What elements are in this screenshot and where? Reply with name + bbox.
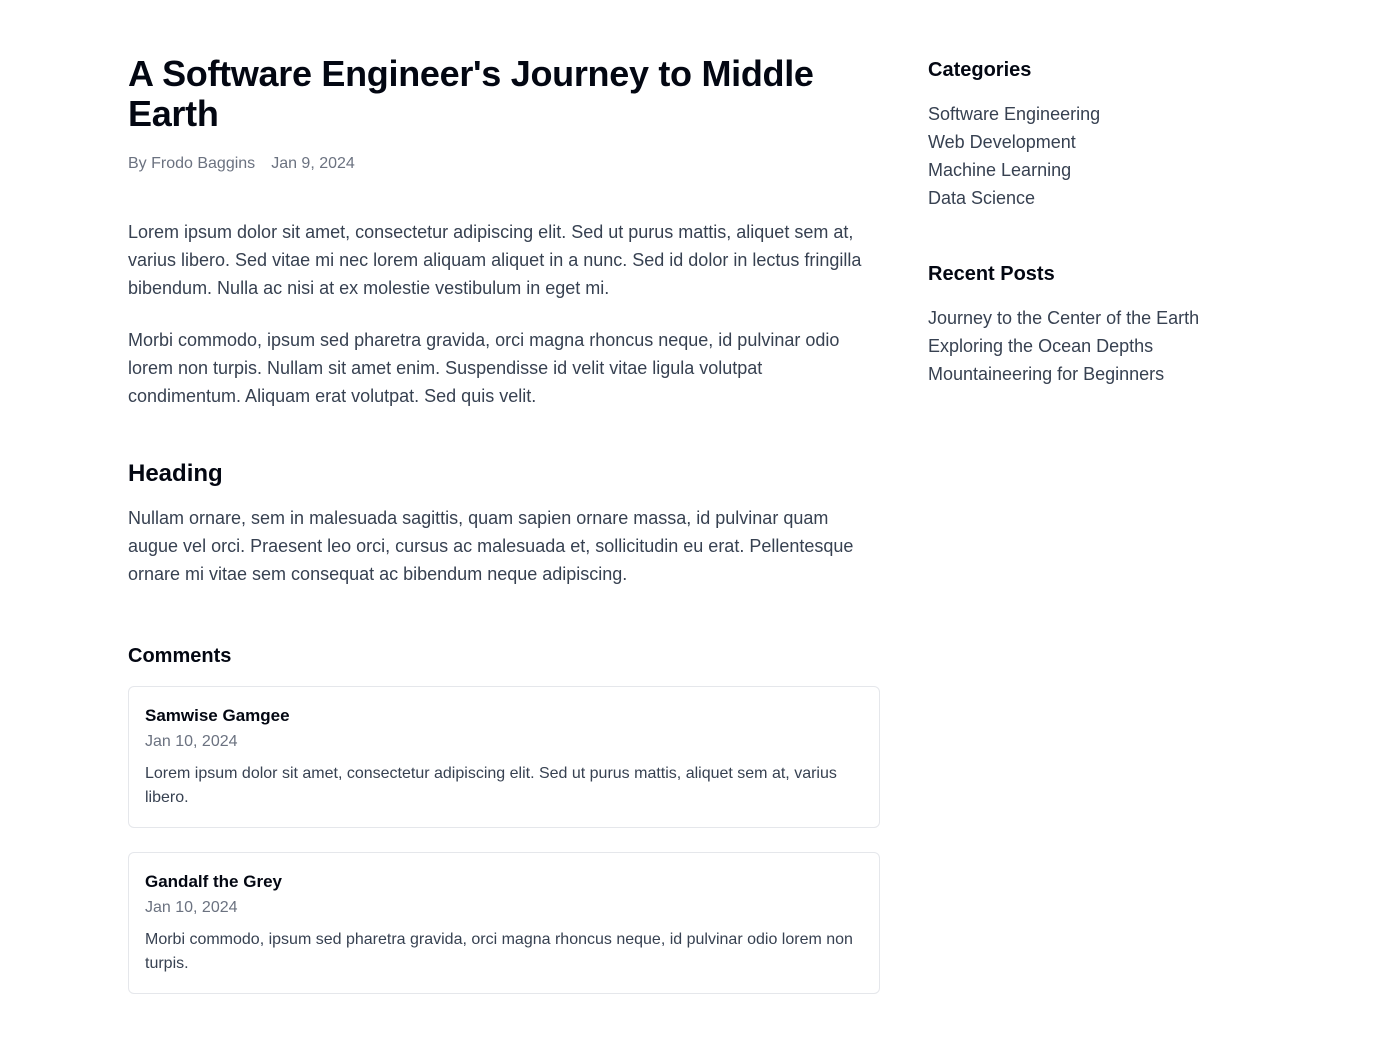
categories-block: Categories Software Engineering Web Deve… (928, 56, 1268, 212)
blog-post-page: A Software Engineer's Journey to Middle … (0, 0, 1376, 1052)
post-title: A Software Engineer's Journey to Middle … (128, 53, 814, 134)
article-column: A Software Engineer's Journey to Middle … (128, 54, 880, 1018)
recent-posts-block: Recent Posts Journey to the Center of th… (928, 260, 1268, 388)
categories-title: Categories (928, 59, 1032, 81)
recent-post-item: Journey to the Center of the Earth (928, 304, 1268, 332)
section-heading: Heading (128, 460, 223, 487)
category-link-web-development[interactable]: Web Development (928, 132, 1076, 152)
post-author: By Frodo Baggins (128, 155, 256, 172)
recent-post-item: Exploring the Ocean Depths (928, 332, 1268, 360)
category-link-data-science[interactable]: Data Science (928, 188, 1035, 208)
comments-list: Samwise Gamgee Jan 10, 2024 Lorem ipsum … (128, 686, 880, 994)
article-paragraph: Lorem ipsum dolor sit amet, consectetur … (128, 222, 862, 298)
post-meta: By Frodo Baggins Jan 9, 2024 (128, 152, 880, 176)
recent-post-link-ocean-depths[interactable]: Exploring the Ocean Depths (928, 336, 1153, 356)
comment-author: Samwise Gamgee (145, 706, 290, 725)
comment-author: Gandalf the Grey (145, 872, 282, 891)
comment-date: Jan 10, 2024 (145, 899, 238, 916)
category-link-machine-learning[interactable]: Machine Learning (928, 160, 1071, 180)
comment-card: Gandalf the Grey Jan 10, 2024 Morbi comm… (128, 852, 880, 994)
comment-text: Morbi commodo, ipsum sed pharetra gravid… (145, 931, 853, 972)
category-item: Machine Learning (928, 156, 1268, 184)
recent-posts-list: Journey to the Center of the Earth Explo… (928, 304, 1268, 388)
comment-card: Samwise Gamgee Jan 10, 2024 Lorem ipsum … (128, 686, 880, 828)
comment-date: Jan 10, 2024 (145, 733, 238, 750)
comments-title: Comments (128, 645, 232, 667)
article-paragraph: Nullam ornare, sem in malesuada sagittis… (128, 508, 854, 584)
recent-post-link-center-of-earth[interactable]: Journey to the Center of the Earth (928, 308, 1199, 328)
post-date: Jan 9, 2024 (271, 155, 355, 172)
categories-list: Software Engineering Web Development Mac… (928, 100, 1268, 212)
comment-text: Lorem ipsum dolor sit amet, consectetur … (145, 765, 837, 806)
article-paragraph: Morbi commodo, ipsum sed pharetra gravid… (128, 330, 840, 406)
category-item: Software Engineering (928, 100, 1268, 128)
category-item: Data Science (928, 184, 1268, 212)
recent-posts-title: Recent Posts (928, 263, 1055, 285)
sidebar: Categories Software Engineering Web Deve… (928, 56, 1268, 388)
category-link-software-engineering[interactable]: Software Engineering (928, 104, 1100, 124)
recent-post-item: Mountaineering for Beginners (928, 360, 1268, 388)
category-item: Web Development (928, 128, 1268, 156)
recent-post-link-mountaineering[interactable]: Mountaineering for Beginners (928, 364, 1164, 384)
